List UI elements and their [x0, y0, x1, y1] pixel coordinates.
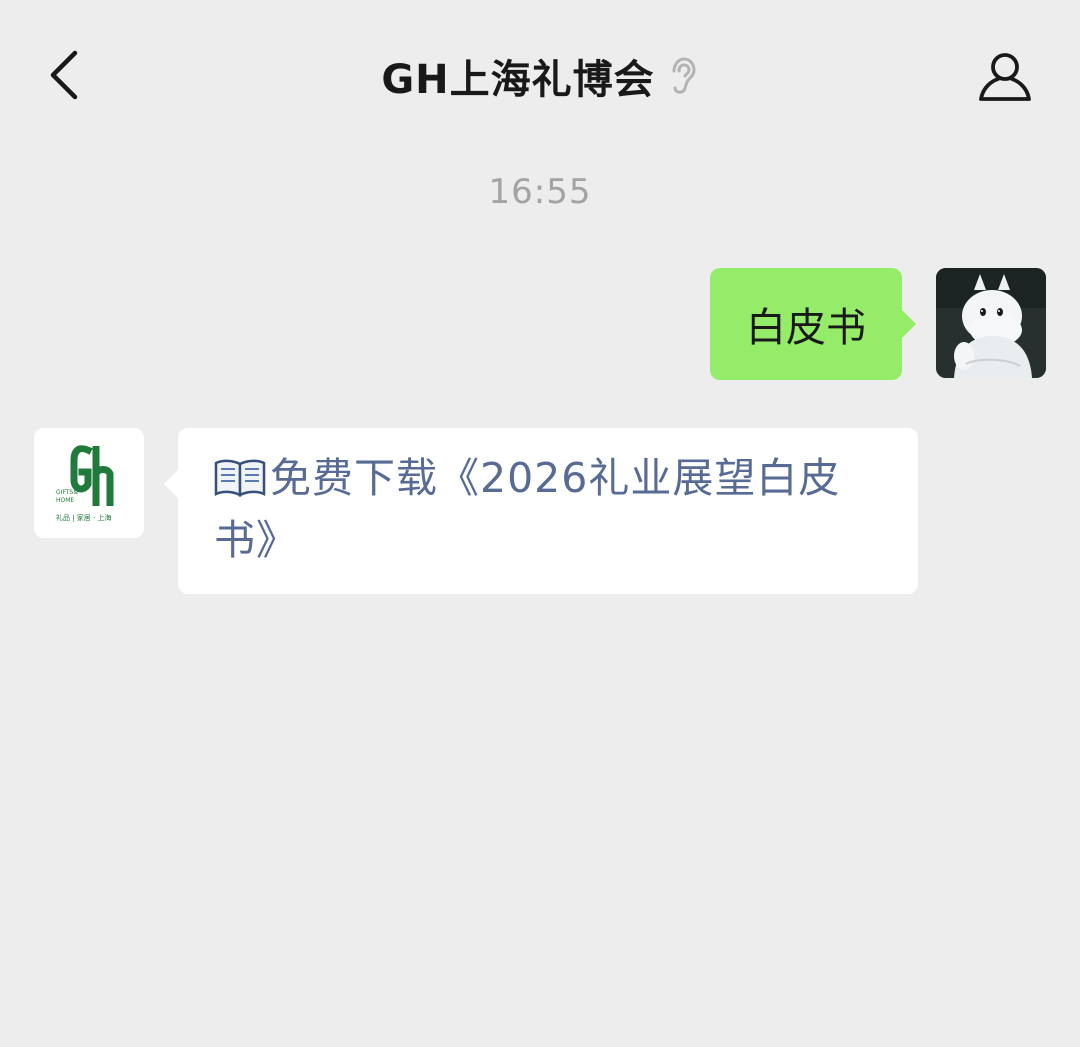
self-avatar[interactable]	[936, 268, 1046, 378]
open-book-icon	[214, 456, 266, 512]
incoming-link-text: 免费下载《2026礼业展望白皮书》	[214, 454, 841, 564]
gh-logo-icon: GIFTS& HOME 礼品 | 家居 · 上海	[34, 428, 144, 538]
moomin-avatar-image	[936, 268, 1046, 378]
chat-title-bar: GH上海礼博会	[0, 44, 1080, 108]
chat-title: GH上海礼博会	[381, 57, 655, 103]
incoming-link-message[interactable]: 免费下载《2026礼业展望白皮书》	[164, 428, 918, 594]
ear-icon	[665, 56, 699, 96]
svg-text:礼品 | 家居 · 上海: 礼品 | 家居 · 上海	[56, 513, 111, 522]
message-timestamp: 16:55	[488, 172, 592, 212]
svg-text:HOME: HOME	[56, 497, 74, 504]
svg-text:GIFTS&: GIFTS&	[56, 489, 78, 496]
message-row-outgoing: 白皮书	[710, 268, 1046, 380]
gh-logo-avatar[interactable]: GIFTS& HOME 礼品 | 家居 · 上海	[34, 428, 144, 538]
chat-screen: GH上海礼博会 16:55 白皮书 GIFTS& HOME 礼品 | 家居 · …	[0, 0, 1080, 1047]
chat-header: GH上海礼博会	[0, 0, 1080, 150]
person-icon	[979, 53, 1031, 101]
profile-button[interactable]	[970, 42, 1040, 112]
message-row-incoming: GIFTS& HOME 礼品 | 家居 · 上海 免费下载《2026礼业展望白皮…	[34, 428, 918, 594]
outgoing-message-bubble[interactable]: 白皮书	[710, 268, 916, 380]
